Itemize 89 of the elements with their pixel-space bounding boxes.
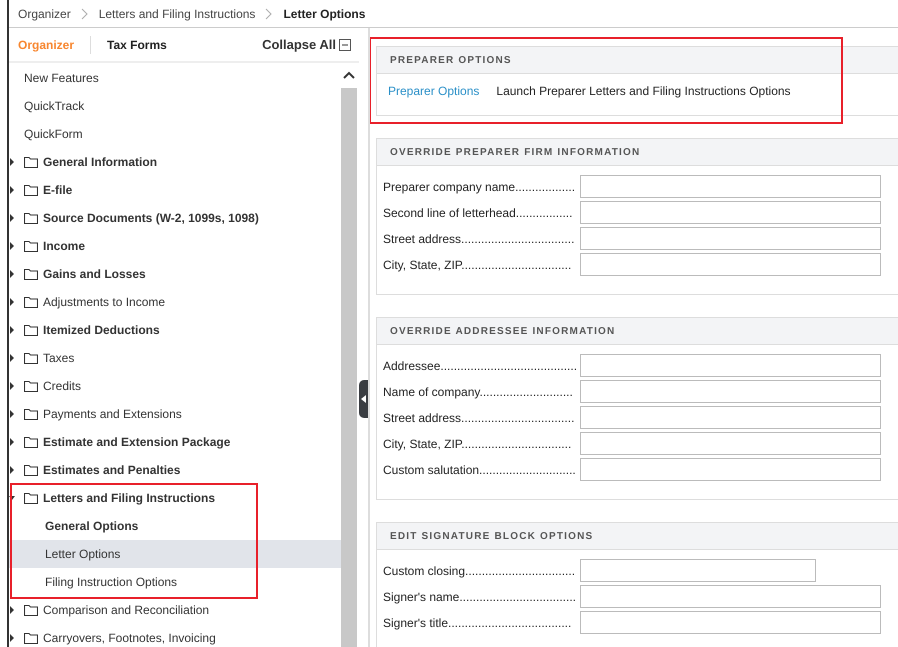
caret-icon[interactable] — [9, 157, 15, 167]
input-field[interactable] — [580, 354, 881, 377]
preparer-options-link[interactable]: Preparer Options — [388, 84, 480, 98]
folder-icon — [24, 632, 38, 644]
caret-icon[interactable] — [9, 437, 15, 447]
tree-item[interactable]: Taxes — [43, 351, 74, 365]
folder-icon — [24, 156, 38, 168]
field-label: City, State, ZIP................................. — [383, 436, 572, 450]
chevron-icon — [80, 8, 89, 20]
field-label: Name of company............................ — [383, 384, 574, 398]
chevron-icon — [265, 8, 274, 20]
tree-item[interactable]: Letter Options — [9, 540, 341, 568]
input-field[interactable] — [580, 432, 881, 455]
folder-icon — [24, 352, 38, 364]
tree-item[interactable]: Letters and Filing Instructions — [43, 491, 216, 505]
field-label: Signer's title..................................... — [383, 616, 572, 630]
field-label: Second line of letterhead................. — [383, 206, 574, 220]
section-title: PREPARER OPTIONS — [377, 47, 898, 74]
tree-item[interactable]: Income — [43, 239, 86, 253]
field-label: Signer's name................................... — [383, 590, 578, 604]
field-label: Addressee......................................... — [383, 358, 578, 372]
input-field[interactable] — [580, 406, 881, 429]
caret-icon[interactable] — [9, 241, 15, 251]
folder-icon — [24, 268, 38, 280]
tree-item[interactable]: Estimate and Extension Package — [43, 435, 230, 449]
tree-item[interactable]: Itemized Deductions — [43, 323, 160, 337]
section-title: OVERRIDE ADDRESSEE INFORMATION — [377, 318, 898, 345]
field-label: Custom salutation............................. — [383, 462, 577, 476]
input-field[interactable] — [580, 611, 881, 634]
caret-icon[interactable] — [9, 465, 15, 475]
tree-item[interactable]: Comparison and Reconciliation — [43, 603, 210, 617]
field-label: Street address.................................. — [383, 410, 576, 424]
folder-icon — [24, 296, 38, 308]
field-label: Street address.................................. — [383, 232, 576, 246]
tree-item[interactable]: Estimates and Penalties — [43, 463, 180, 477]
tree-item[interactable]: Source Documents (W-2, 1099s, 1098) — [43, 211, 259, 225]
tree-item[interactable]: QuickForm — [9, 120, 341, 148]
collapse-icon — [339, 38, 351, 50]
folder-icon — [24, 492, 38, 504]
sidebar-tab[interactable]: Tax Forms — [107, 38, 167, 52]
collapse-all-button[interactable]: Collapse All — [262, 37, 351, 52]
tree-item[interactable]: General Options — [9, 512, 341, 540]
tree-item[interactable]: Adjustments to Income — [43, 295, 166, 309]
breadcrumb-item[interactable]: Organizer — [18, 6, 71, 20]
folder-icon — [24, 212, 38, 224]
input-field[interactable] — [580, 227, 881, 250]
field-label: Custom closing................................. — [383, 564, 576, 578]
breadcrumb-item: Letter Options — [283, 6, 366, 20]
folder-icon — [24, 324, 38, 336]
folder-icon — [24, 380, 38, 392]
input-field[interactable] — [580, 585, 881, 608]
caret-icon[interactable] — [9, 353, 15, 363]
tree-item[interactable]: Carryovers, Footnotes, Invoicing — [43, 631, 216, 645]
caret-icon[interactable] — [9, 185, 15, 195]
tree-item[interactable]: Payments and Extensions — [43, 407, 182, 421]
caret-icon[interactable] — [9, 605, 15, 615]
caret-icon[interactable] — [9, 633, 15, 643]
input-field[interactable] — [580, 458, 881, 481]
caret-icon[interactable] — [9, 325, 15, 335]
input-field[interactable] — [580, 559, 816, 582]
caret-icon[interactable] — [9, 381, 15, 391]
tree-item[interactable]: Credits — [43, 379, 82, 393]
tree-item[interactable]: New Features — [9, 64, 341, 92]
link-description: Launch Preparer Letters and Filing Instructions Options — [496, 84, 791, 98]
caret-icon[interactable] — [9, 213, 15, 223]
caret-icon[interactable] — [9, 297, 15, 307]
collapse-handle[interactable] — [359, 380, 368, 418]
input-field[interactable] — [580, 175, 881, 198]
tree-item[interactable]: E-file — [43, 183, 72, 197]
field-label: Preparer company name.................. — [383, 180, 576, 194]
folder-icon — [24, 240, 38, 252]
input-field[interactable] — [580, 380, 881, 403]
input-field[interactable] — [580, 253, 881, 276]
input-field[interactable] — [580, 201, 881, 224]
folder-icon — [24, 436, 38, 448]
tree-item[interactable]: QuickTrack — [9, 92, 341, 120]
folder-icon — [24, 464, 38, 476]
field-label: City, State, ZIP................................. — [383, 258, 572, 272]
tree-item[interactable]: General Information — [43, 155, 158, 169]
folder-icon — [24, 408, 38, 420]
tree-item[interactable]: Filing Instruction Options — [9, 568, 341, 596]
folder-icon — [24, 184, 38, 196]
caret-icon[interactable] — [9, 269, 15, 279]
breadcrumb-item[interactable]: Letters and Filing Instructions — [98, 6, 256, 20]
folder-icon — [24, 604, 38, 616]
section-title: OVERRIDE PREPARER FIRM INFORMATION — [377, 139, 898, 166]
section-title: EDIT SIGNATURE BLOCK OPTIONS — [377, 523, 898, 550]
tree-item[interactable]: Gains and Losses — [43, 267, 146, 281]
caret-icon[interactable] — [9, 409, 15, 419]
